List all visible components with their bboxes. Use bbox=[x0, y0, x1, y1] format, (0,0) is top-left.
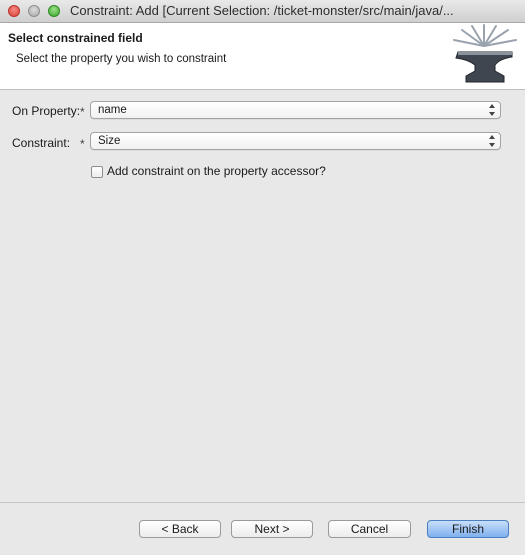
constraint-select-value: Size bbox=[98, 135, 121, 147]
constraint-add-dialog: Constraint: Add [Current Selection: /tic… bbox=[0, 0, 525, 555]
finish-button[interactable]: Finish bbox=[427, 520, 509, 538]
cancel-button[interactable]: Cancel bbox=[328, 520, 411, 538]
banner-title: Select constrained field bbox=[8, 31, 143, 45]
constraint-label: Constraint: bbox=[12, 136, 71, 150]
required-marker: * bbox=[80, 105, 85, 119]
select-arrows-icon bbox=[489, 104, 495, 116]
close-window-button[interactable] bbox=[8, 5, 20, 17]
zoom-window-button[interactable] bbox=[48, 5, 60, 17]
next-button[interactable]: Next > bbox=[231, 520, 313, 538]
minimize-window-button[interactable] bbox=[28, 5, 40, 17]
property-select[interactable]: name bbox=[90, 101, 501, 119]
required-marker: * bbox=[80, 137, 85, 151]
window-title: Constraint: Add [Current Selection: /tic… bbox=[70, 3, 454, 18]
select-arrows-icon bbox=[489, 135, 495, 147]
back-button[interactable]: < Back bbox=[139, 520, 221, 538]
footer-divider bbox=[0, 502, 525, 503]
property-accessor-checkbox-label[interactable]: Add constraint on the property accessor? bbox=[107, 164, 326, 178]
anvil-icon bbox=[453, 24, 517, 83]
on-property-label: On Property: bbox=[12, 104, 81, 118]
constraint-select[interactable]: Size bbox=[90, 132, 501, 150]
property-select-value: name bbox=[98, 104, 127, 116]
wizard-banner: Select constrained field Select the prop… bbox=[0, 23, 525, 90]
property-accessor-checkbox[interactable] bbox=[91, 166, 103, 178]
banner-description: Select the property you wish to constrai… bbox=[16, 53, 227, 65]
title-bar[interactable]: Constraint: Add [Current Selection: /tic… bbox=[0, 0, 525, 23]
